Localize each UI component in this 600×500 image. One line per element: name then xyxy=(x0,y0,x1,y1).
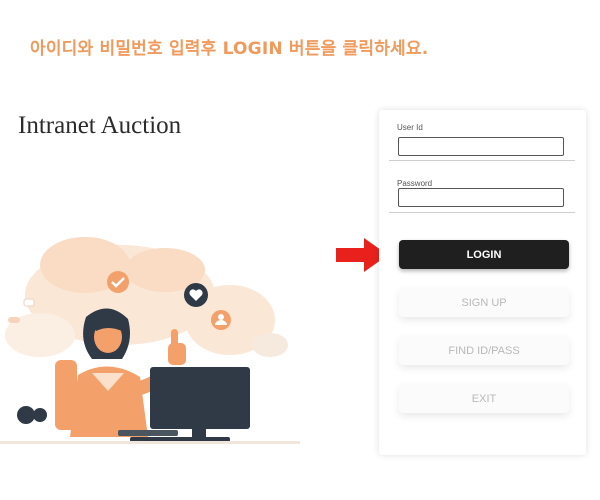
illustration xyxy=(0,237,300,444)
field-divider xyxy=(389,160,575,161)
password-label: Password xyxy=(397,179,433,188)
userid-label: User Id xyxy=(397,123,423,132)
signup-button[interactable]: SIGN UP xyxy=(399,288,569,317)
exit-button[interactable]: EXIT xyxy=(399,384,569,413)
login-button[interactable]: LOGIN xyxy=(399,240,569,269)
login-panel: User Id Password LOGIN SIGN UP FIND ID/P… xyxy=(379,110,586,455)
app-title: Intranet Auction xyxy=(18,112,182,139)
instruction-text: 아이디와 비밀번호 입력후 LOGIN 버튼을 클릭하세요. xyxy=(30,39,429,59)
check-icon xyxy=(107,271,129,293)
find-id-pass-button[interactable]: FIND ID/PASS xyxy=(399,336,569,365)
heart-icon xyxy=(184,283,208,307)
field-divider xyxy=(389,212,575,213)
userid-input[interactable] xyxy=(398,137,564,156)
user-icon xyxy=(211,310,231,330)
password-input[interactable] xyxy=(398,188,564,207)
